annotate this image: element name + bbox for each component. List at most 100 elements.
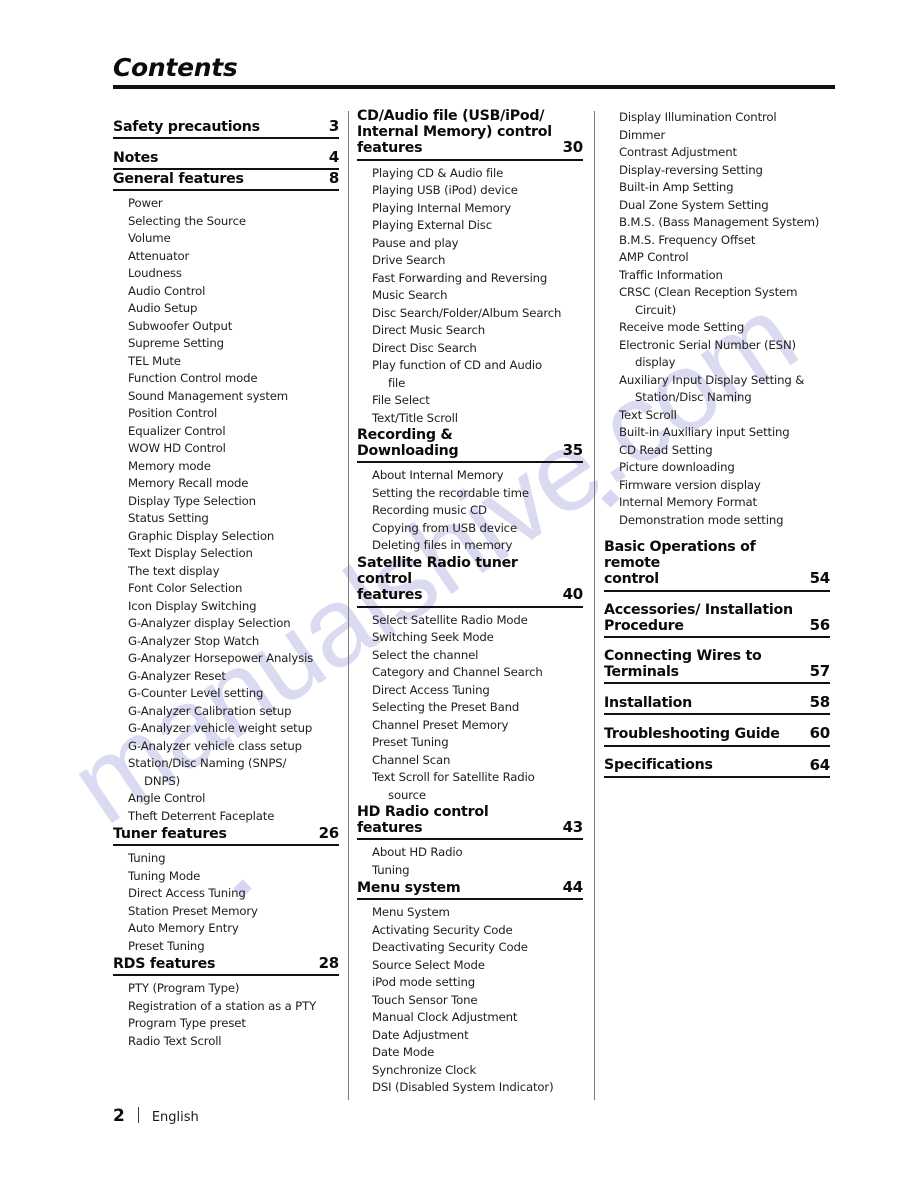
toc-section-header[interactable]: RDS features 28 [113, 955, 339, 973]
toc-section-header[interactable]: General features 8 [113, 170, 339, 188]
toc-entry[interactable]: Disc Search/Folder/Album Search [357, 305, 583, 323]
toc-entry[interactable]: Radio Text Scroll [113, 1033, 339, 1051]
toc-section-header[interactable]: CD/Audio file (USB/iPod/ Internal Memory… [357, 108, 583, 158]
toc-entry[interactable]: PTY (Program Type) [113, 980, 339, 998]
toc-entry[interactable]: Supreme Setting [113, 335, 339, 353]
toc-entry[interactable]: Direct Access Tuning [113, 885, 339, 903]
toc-entry[interactable]: Station/Disc Naming (SNPS/DNPS) [113, 755, 339, 790]
toc-entry[interactable]: G-Analyzer Calibration setup [113, 703, 339, 721]
toc-entry[interactable]: Audio Control [113, 283, 339, 301]
toc-entry[interactable]: Fast Forwarding and Reversing [357, 270, 583, 288]
toc-entry[interactable]: Text/Title Scroll [357, 410, 583, 428]
toc-entry[interactable]: Contrast Adjustment [604, 144, 830, 162]
toc-entry[interactable]: Tuning [357, 862, 583, 880]
toc-entry[interactable]: Audio Setup [113, 300, 339, 318]
toc-entry[interactable]: Selecting the Preset Band [357, 699, 583, 717]
toc-entry[interactable]: Built-in Auxiliary input Setting [604, 424, 830, 442]
toc-entry[interactable]: Text Scroll for Satellite Radio source [357, 769, 583, 804]
toc-entry[interactable]: Direct Music Search [357, 322, 583, 340]
toc-entry[interactable]: Manual Clock Adjustment [357, 1009, 583, 1027]
toc-entry[interactable]: CD Read Setting [604, 442, 830, 460]
toc-entry[interactable]: Setting the recordable time [357, 485, 583, 503]
toc-entry[interactable]: Electronic Serial Number (ESN) display [604, 337, 830, 372]
toc-entry[interactable]: Copying from USB device [357, 520, 583, 538]
toc-entry[interactable]: File Select [357, 392, 583, 410]
toc-entry[interactable]: Drive Search [357, 252, 583, 270]
toc-entry[interactable]: About Internal Memory [357, 467, 583, 485]
toc-entry[interactable]: Playing USB (iPod) device [357, 182, 583, 200]
toc-entry[interactable]: Direct Access Tuning [357, 682, 583, 700]
toc-entry[interactable]: Auto Memory Entry [113, 920, 339, 938]
toc-entry[interactable]: G-Analyzer display Selection [113, 615, 339, 633]
toc-entry[interactable]: Text Scroll [604, 407, 830, 425]
toc-section-header[interactable]: Tuner features 26 [113, 825, 339, 843]
toc-section-header[interactable]: Connecting Wires to Terminals 57 [604, 648, 830, 681]
toc-entry[interactable]: G-Analyzer vehicle weight setup [113, 720, 339, 738]
toc-entry[interactable]: Select the channel [357, 647, 583, 665]
toc-entry[interactable]: Activating Security Code [357, 922, 583, 940]
toc-section-header[interactable]: Satellite Radio tuner control features 40 [357, 555, 583, 605]
toc-entry[interactable]: Function Control mode [113, 370, 339, 388]
toc-section-header[interactable]: Safety precautions 3 [113, 117, 339, 136]
toc-entry[interactable]: Registration of a station as a PTY [113, 998, 339, 1016]
toc-entry[interactable]: Volume [113, 230, 339, 248]
toc-entry[interactable]: Auxiliary Input Display Setting & Station… [604, 372, 830, 407]
toc-entry[interactable]: Attenuator [113, 248, 339, 266]
toc-entry[interactable]: Station Preset Memory [113, 903, 339, 921]
toc-entry[interactable]: B.M.S. (Bass Management System) [604, 214, 830, 232]
toc-entry[interactable]: B.M.S. Frequency Offset [604, 232, 830, 250]
toc-entry[interactable]: Switching Seek Mode [357, 629, 583, 647]
toc-entry[interactable]: Recording music CD [357, 502, 583, 520]
toc-section-header[interactable]: Accessories/ Installation Procedure 56 [604, 602, 830, 635]
toc-entry[interactable]: Icon Display Switching [113, 598, 339, 616]
toc-entry[interactable]: Preset Tuning [357, 734, 583, 752]
toc-entry[interactable]: Text Display Selection [113, 545, 339, 563]
toc-entry[interactable]: Sound Management system [113, 388, 339, 406]
toc-entry[interactable]: Pause and play [357, 235, 583, 253]
toc-section-header[interactable]: Recording & Downloading 35 [357, 427, 583, 460]
toc-entry[interactable]: TEL Mute [113, 353, 339, 371]
toc-section-header[interactable]: Menu system 44 [357, 879, 583, 897]
toc-entry[interactable]: G-Analyzer Horsepower Analysis [113, 650, 339, 668]
toc-entry[interactable]: Program Type preset [113, 1015, 339, 1033]
toc-entry[interactable]: Select Satellite Radio Mode [357, 612, 583, 630]
toc-entry[interactable]: Equalizer Control [113, 423, 339, 441]
toc-entry[interactable]: Theft Deterrent Faceplate [113, 808, 339, 826]
toc-entry[interactable]: iPod mode setting [357, 974, 583, 992]
toc-entry[interactable]: Menu System [357, 904, 583, 922]
toc-entry[interactable]: Date Adjustment [357, 1027, 583, 1045]
toc-entry[interactable]: Internal Memory Format [604, 494, 830, 512]
toc-entry[interactable]: Play function of CD and Audio file [357, 357, 583, 392]
toc-entry[interactable]: Channel Preset Memory [357, 717, 583, 735]
toc-entry[interactable]: Display-reversing Setting [604, 162, 830, 180]
toc-section-header[interactable]: Troubleshooting Guide 60 [604, 725, 830, 743]
toc-entry[interactable]: Subwoofer Output [113, 318, 339, 336]
toc-entry[interactable]: Music Search [357, 287, 583, 305]
toc-entry[interactable]: Selecting the Source [113, 213, 339, 231]
toc-entry[interactable]: Playing External Disc [357, 217, 583, 235]
toc-section-header[interactable]: HD Radio control features 43 [357, 804, 583, 837]
toc-entry[interactable]: G-Analyzer Reset [113, 668, 339, 686]
toc-entry[interactable]: About HD Radio [357, 844, 583, 862]
toc-entry[interactable]: Graphic Display Selection [113, 528, 339, 546]
toc-entry[interactable]: Preset Tuning [113, 938, 339, 956]
toc-entry[interactable]: G-Counter Level setting [113, 685, 339, 703]
toc-entry[interactable]: Tuning Mode [113, 868, 339, 886]
toc-entry[interactable]: Synchronize Clock [357, 1062, 583, 1080]
toc-entry[interactable]: Display Illumination Control [604, 109, 830, 127]
toc-section-header[interactable]: Basic Operations of remote control 54 [604, 539, 830, 589]
toc-entry[interactable]: Power [113, 195, 339, 213]
toc-entry[interactable]: Memory mode [113, 458, 339, 476]
toc-entry[interactable]: Deleting files in memory [357, 537, 583, 555]
toc-entry[interactable]: DSI (Disabled System Indicator) [357, 1079, 583, 1097]
toc-section-header[interactable]: Notes 4 [113, 148, 339, 167]
toc-entry[interactable]: Position Control [113, 405, 339, 423]
toc-entry[interactable]: Font Color Selection [113, 580, 339, 598]
toc-entry[interactable]: WOW HD Control [113, 440, 339, 458]
toc-entry[interactable]: G-Analyzer vehicle class setup [113, 738, 339, 756]
toc-entry[interactable]: Source Select Mode [357, 957, 583, 975]
toc-section-header[interactable]: Installation 58 [604, 694, 830, 712]
toc-entry[interactable]: Angle Control [113, 790, 339, 808]
toc-section-header[interactable]: Specifications 64 [604, 756, 830, 775]
toc-entry[interactable]: Picture downloading [604, 459, 830, 477]
